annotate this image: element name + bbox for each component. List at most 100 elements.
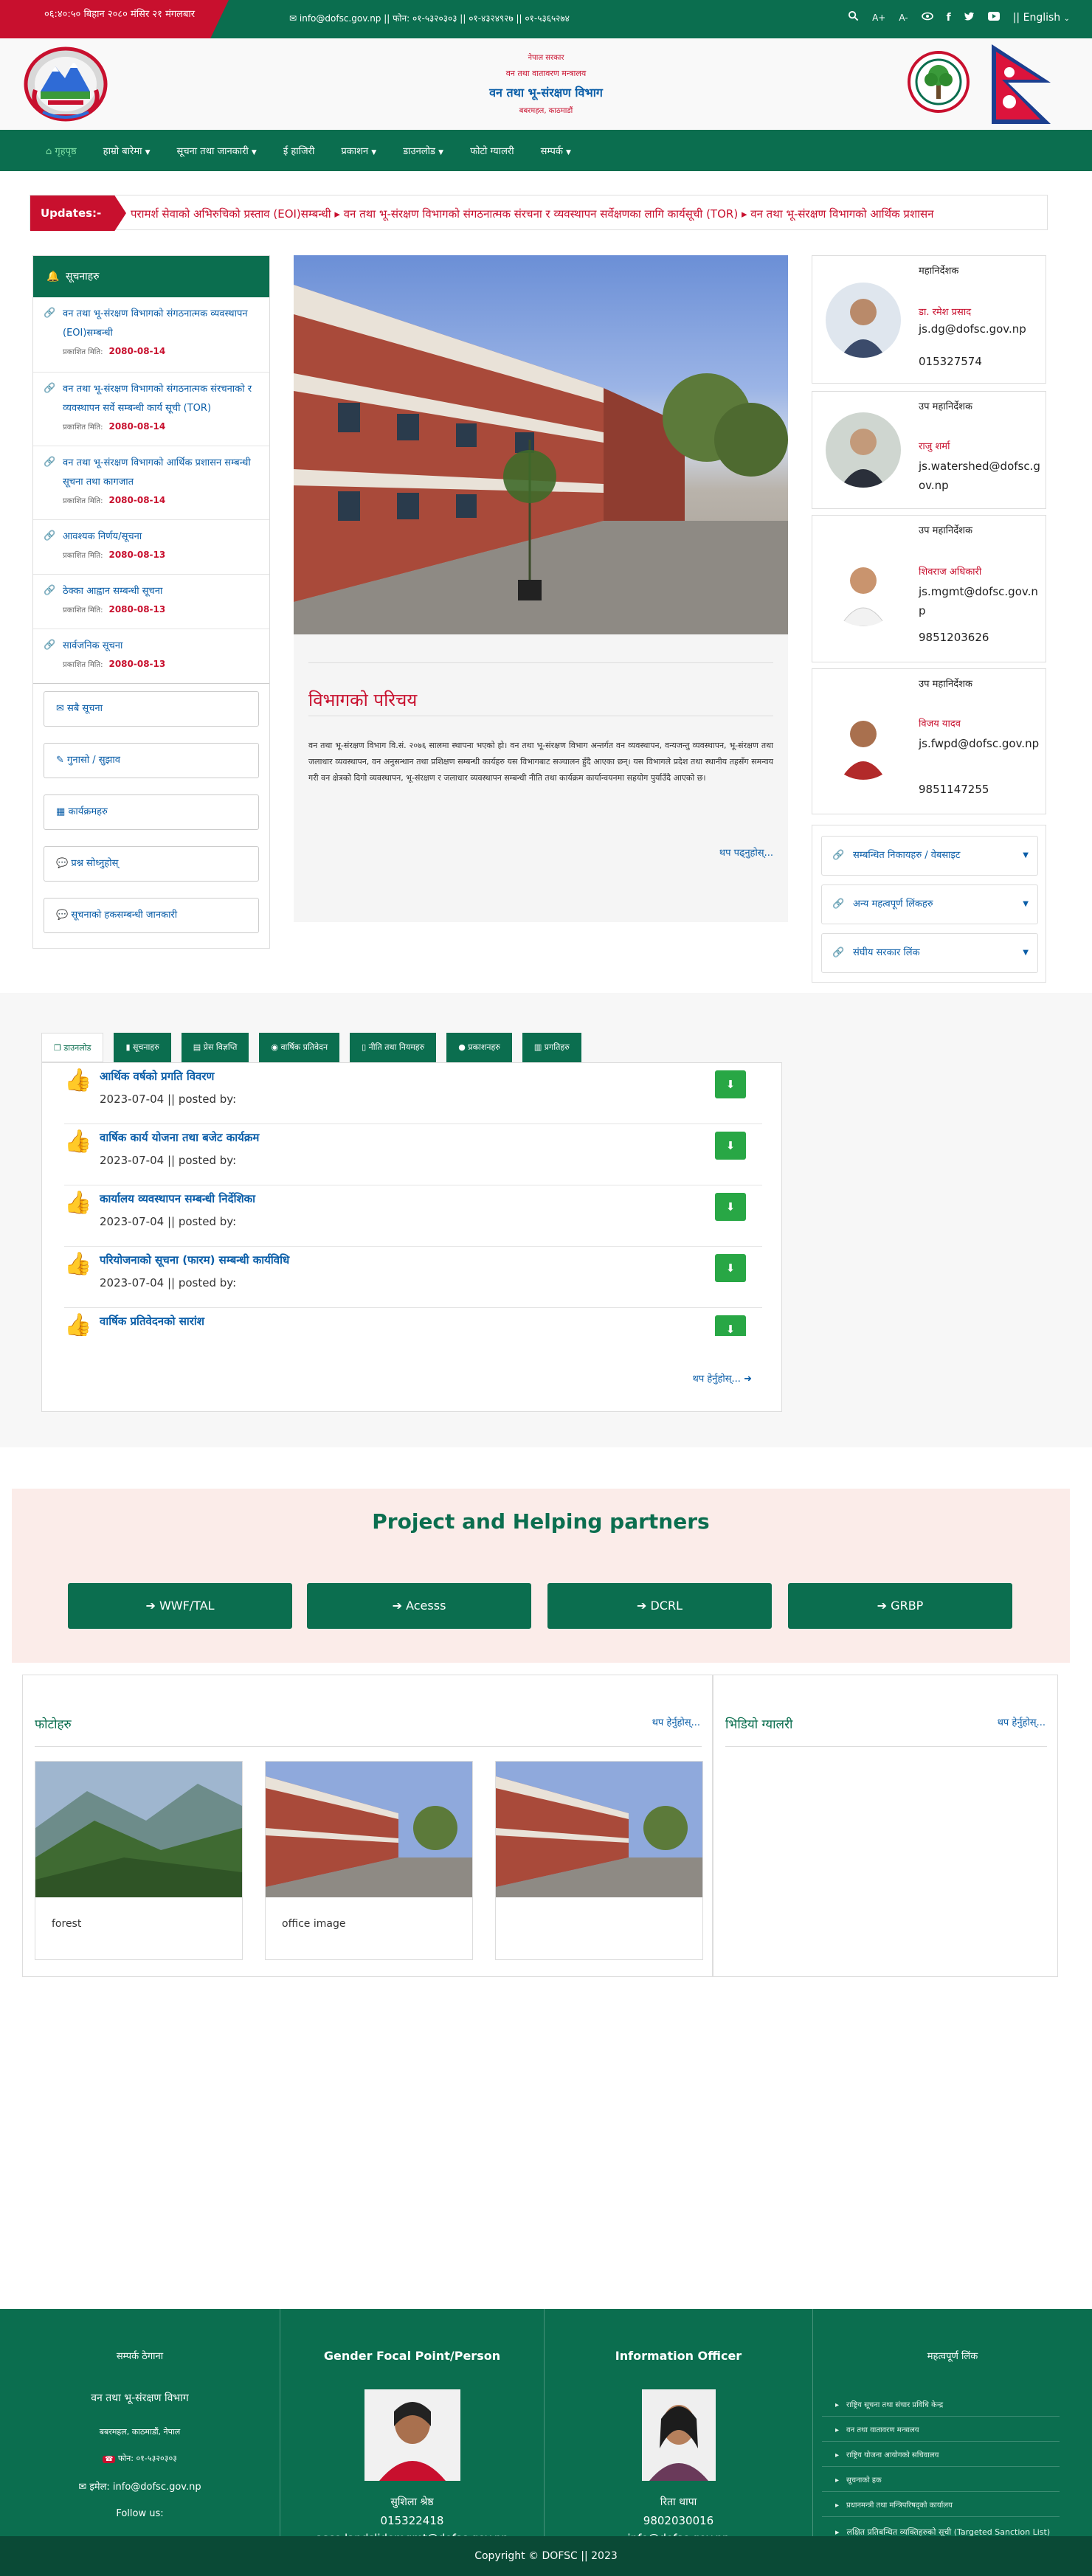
footer-heading: Information Officer [615,2349,742,2363]
partner-button[interactable]: ➔ WWF/TAL [68,1583,292,1629]
twitter-icon[interactable] [964,12,975,24]
chevron-down-icon: ⌄ [1063,14,1070,23]
tab-press-release[interactable]: ▤ प्रेस विज्ञप्ति [181,1033,249,1062]
footer-link-row[interactable]: राष्ट्रिय योजना आयोगको सचिवालय [822,2442,1060,2467]
notice-title[interactable]: वन तथा भू-संरक्षण विभागको संगठनात्मक व्य… [63,305,263,343]
footer-link[interactable]: राष्ट्रिय योजना आयोगको सचिवालय [835,2449,939,2459]
read-more-link[interactable]: थप पढ्नुहोस्... [719,845,773,859]
footer-link-row[interactable]: राष्ट्रिय सूचना तथा संचार प्रविधि केन्द्… [822,2392,1060,2417]
partner-button[interactable]: ➔ DCRL [547,1583,772,1629]
nav-item-home[interactable]: ⌂ गृहपृष्ठ [32,144,90,157]
staff-role: उप महानिर्देशक [919,401,972,412]
download-title[interactable]: आर्थिक वर्षको प्रगति विवरण [100,1069,214,1084]
staff-email[interactable]: js.watershed@dofsc.gov.np [919,457,1044,495]
tab-downloads[interactable]: ❐ डाउनलोड [41,1033,104,1062]
link-icon: 🔗 [44,640,56,651]
related-agencies-link[interactable]: 🔗 सम्बन्धित निकायहरु / वेबसाइट ▼ [821,836,1038,876]
caret-down-icon: ▼ [1023,949,1029,957]
nav-item-photo-gallery[interactable]: फोटो ग्यालरी [457,144,528,157]
eye-icon[interactable] [921,12,933,24]
footer-link[interactable]: प्रधानमन्त्री तथा मन्त्रिपरिषद्को कार्या… [835,2499,953,2510]
notice-item[interactable]: 🔗 ठेक्का आह्वान सम्बन्धी सूचना प्रकाशित … [33,575,269,629]
download-button[interactable]: ⬇ [715,1070,746,1098]
staff-email[interactable]: js.fwpd@dofsc.gov.np [919,734,1044,753]
gallery-card[interactable] [495,1761,703,1960]
notice-date-label: प्रकाशित मिति: [63,552,103,560]
tab-policies[interactable]: ▯ नीति तथा नियमहरु [350,1033,437,1062]
nav-item-contact[interactable]: सम्पर्क ▼ [528,144,584,157]
download-title[interactable]: वार्षिक कार्य योजना तथा बजेट कार्यक्रम [100,1130,259,1145]
tab-label: वार्षिक प्रतिवेदन [280,1042,328,1052]
download-title[interactable]: परियोजनाको सूचना (फारम) सम्बन्धी कार्यवि… [100,1253,289,1267]
federal-links-link[interactable]: 🔗 संघीय सरकार लिंक ▼ [821,933,1038,973]
notice-title[interactable]: वन तथा भू-संरक्षण विभागको संगठनात्मक संर… [63,380,263,418]
complaint-button[interactable]: ✎ गुनासो / सुझाव [44,743,259,778]
top-utility-icons: A+ A- f || English ⌄ [848,10,1070,24]
footer-link-row[interactable]: वन तथा वातावरण मन्त्रालय [822,2417,1060,2442]
footer-link[interactable]: सूचनाको हक [835,2474,882,2485]
nav-item-about[interactable]: हाम्रो बारेमा ▼ [90,144,164,157]
footer-link-row[interactable]: प्रधानमन्त्री तथा मन्त्रिपरिषद्को कार्या… [822,2492,1060,2517]
download-button[interactable]: ⬇ [715,1193,746,1221]
partner-button[interactable]: ➔ GRBP [788,1583,1012,1629]
gender-focal-name: सुशिला श्रेष्ठ [390,2496,434,2508]
ask-question-button[interactable]: 💬 प्रश्न सोध्नुहोस् [44,846,259,882]
partner-button[interactable]: ➔ Acesss [307,1583,531,1629]
caret-down-icon: ▼ [438,149,444,156]
updates-ticker: Updates:- परामर्श सेवाको अभिरुचिको प्रस्… [30,195,1048,231]
download-button[interactable]: ⬇ [715,1254,746,1282]
programs-button[interactable]: ▦ कार्यक्रमहरु [44,794,259,830]
nav-item-attendance[interactable]: ई हाजिरी [270,144,328,157]
footer-link-row[interactable]: सूचनाको हक [822,2467,1060,2492]
download-item: 👍 परियोजनाको सूचना (फारम) सम्बन्धी कार्य… [64,1247,762,1308]
search-icon[interactable] [848,10,859,24]
view-more-downloads-link[interactable]: थप हेर्नुहोस्... ➜ [693,1371,752,1385]
gallery-card[interactable]: office image [265,1761,473,1960]
tab-progress[interactable]: ▥ प्रगतिहरु [522,1033,581,1062]
staff-card: महानिर्देशक डा. रमेश प्रसाद js.dg@dofsc.… [812,255,1046,384]
footer-link[interactable]: वन तथा वातावरण मन्त्रालय [835,2424,919,2434]
tab-notices[interactable]: ▮ सूचनाहरु [114,1033,171,1062]
top-bar: ०६:४०:५० बिहान २०८० मंसिर २१ मंगलबार ✉ i… [0,0,1092,38]
notice-item[interactable]: 🔗 सार्वजनिक सूचना प्रकाशित मिति: 2080-08-… [33,629,269,684]
download-title[interactable]: कार्यालय व्यवस्थापन सम्बन्धी निर्देशिका [100,1191,255,1206]
notice-date: 2080-08-13 [108,550,166,560]
gallery-view-more-link[interactable]: थप हेर्नुहोस्... [652,1715,700,1728]
notice-title[interactable]: ठेक्का आह्वान सम्बन्धी सूचना [63,582,263,601]
facebook-icon[interactable]: f [947,12,951,24]
font-decrease-icon[interactable]: A- [899,13,908,23]
notice-item[interactable]: 🔗 वन तथा भू-संरक्षण विभागको संगठनात्मक स… [33,373,269,446]
footer-email[interactable]: ✉ इमेल: info@dofsc.gov.np [0,2478,280,2497]
notice-item[interactable]: 🔗 वन तथा भू-संरक्षण विभागको संगठनात्मक व… [33,297,269,373]
nav-item-publications[interactable]: प्रकाशन ▼ [328,144,390,157]
staff-email[interactable]: js.mgmt@dofsc.gov.np [919,582,1044,620]
tab-publications[interactable]: ● प्रकाशनहरु [446,1033,512,1062]
updates-text[interactable]: परामर्श सेवाको अभिरुचिको प्रस्ताव (EOI)स… [131,207,1043,221]
tab-label: डाउनलोड [63,1043,91,1053]
important-links-link[interactable]: 🔗 अन्य महत्वपूर्ण लिंकहरु ▼ [821,884,1038,924]
all-notices-button[interactable]: ✉ सबै सूचना [44,691,259,727]
font-increase-icon[interactable]: A+ [872,13,885,23]
notice-title[interactable]: वन तथा भू-संरक्षण विभागको आर्थिक प्रशासन… [63,454,263,492]
footer-important-links-column: महत्वपूर्ण लिंक राष्ट्रिय सूचना तथा संचा… [813,2309,1092,2537]
notice-title[interactable]: सार्वजनिक सूचना [63,637,263,656]
notice-item[interactable]: 🔗 वन तथा भू-संरक्षण विभागको आर्थिक प्रशा… [33,446,269,520]
gallery-card[interactable]: forest [35,1761,243,1960]
nav-item-downloads[interactable]: डाउनलोड ▼ [390,144,457,157]
nav-item-information[interactable]: सूचना तथा जानकारी ▼ [164,144,270,157]
newspaper-icon: ▤ [193,1042,201,1052]
language-switch[interactable]: || English ⌄ [1013,12,1070,24]
right-to-information-button[interactable]: 💬 सूचनाको हकसम्बन्धी जानकारी [44,898,259,933]
tab-annual-report[interactable]: ◉ वार्षिक प्रतिवेदन [259,1033,340,1062]
staff-email[interactable]: js.dg@dofsc.gov.np [919,322,1026,336]
notice-title[interactable]: आवश्यक निर्णय/सूचना [63,527,263,547]
caret-down-icon: ▼ [251,149,257,156]
download-button[interactable]: ⬇ [715,1132,746,1160]
download-button[interactable]: ⬇ [715,1315,746,1336]
footer-link[interactable]: राष्ट्रिय सूचना तथा संचार प्रविधि केन्द्… [835,2399,943,2409]
video-view-more-link[interactable]: थप हेर्नुहोस्... [998,1715,1046,1728]
youtube-icon[interactable] [987,11,1000,24]
notice-item[interactable]: 🔗 आवश्यक निर्णय/सूचना प्रकाशित मिति: 2080… [33,520,269,575]
download-title[interactable]: वार्षिक प्रतिवेदनको सारांश [100,1314,204,1329]
bookmark-icon: ▮ [125,1042,131,1052]
